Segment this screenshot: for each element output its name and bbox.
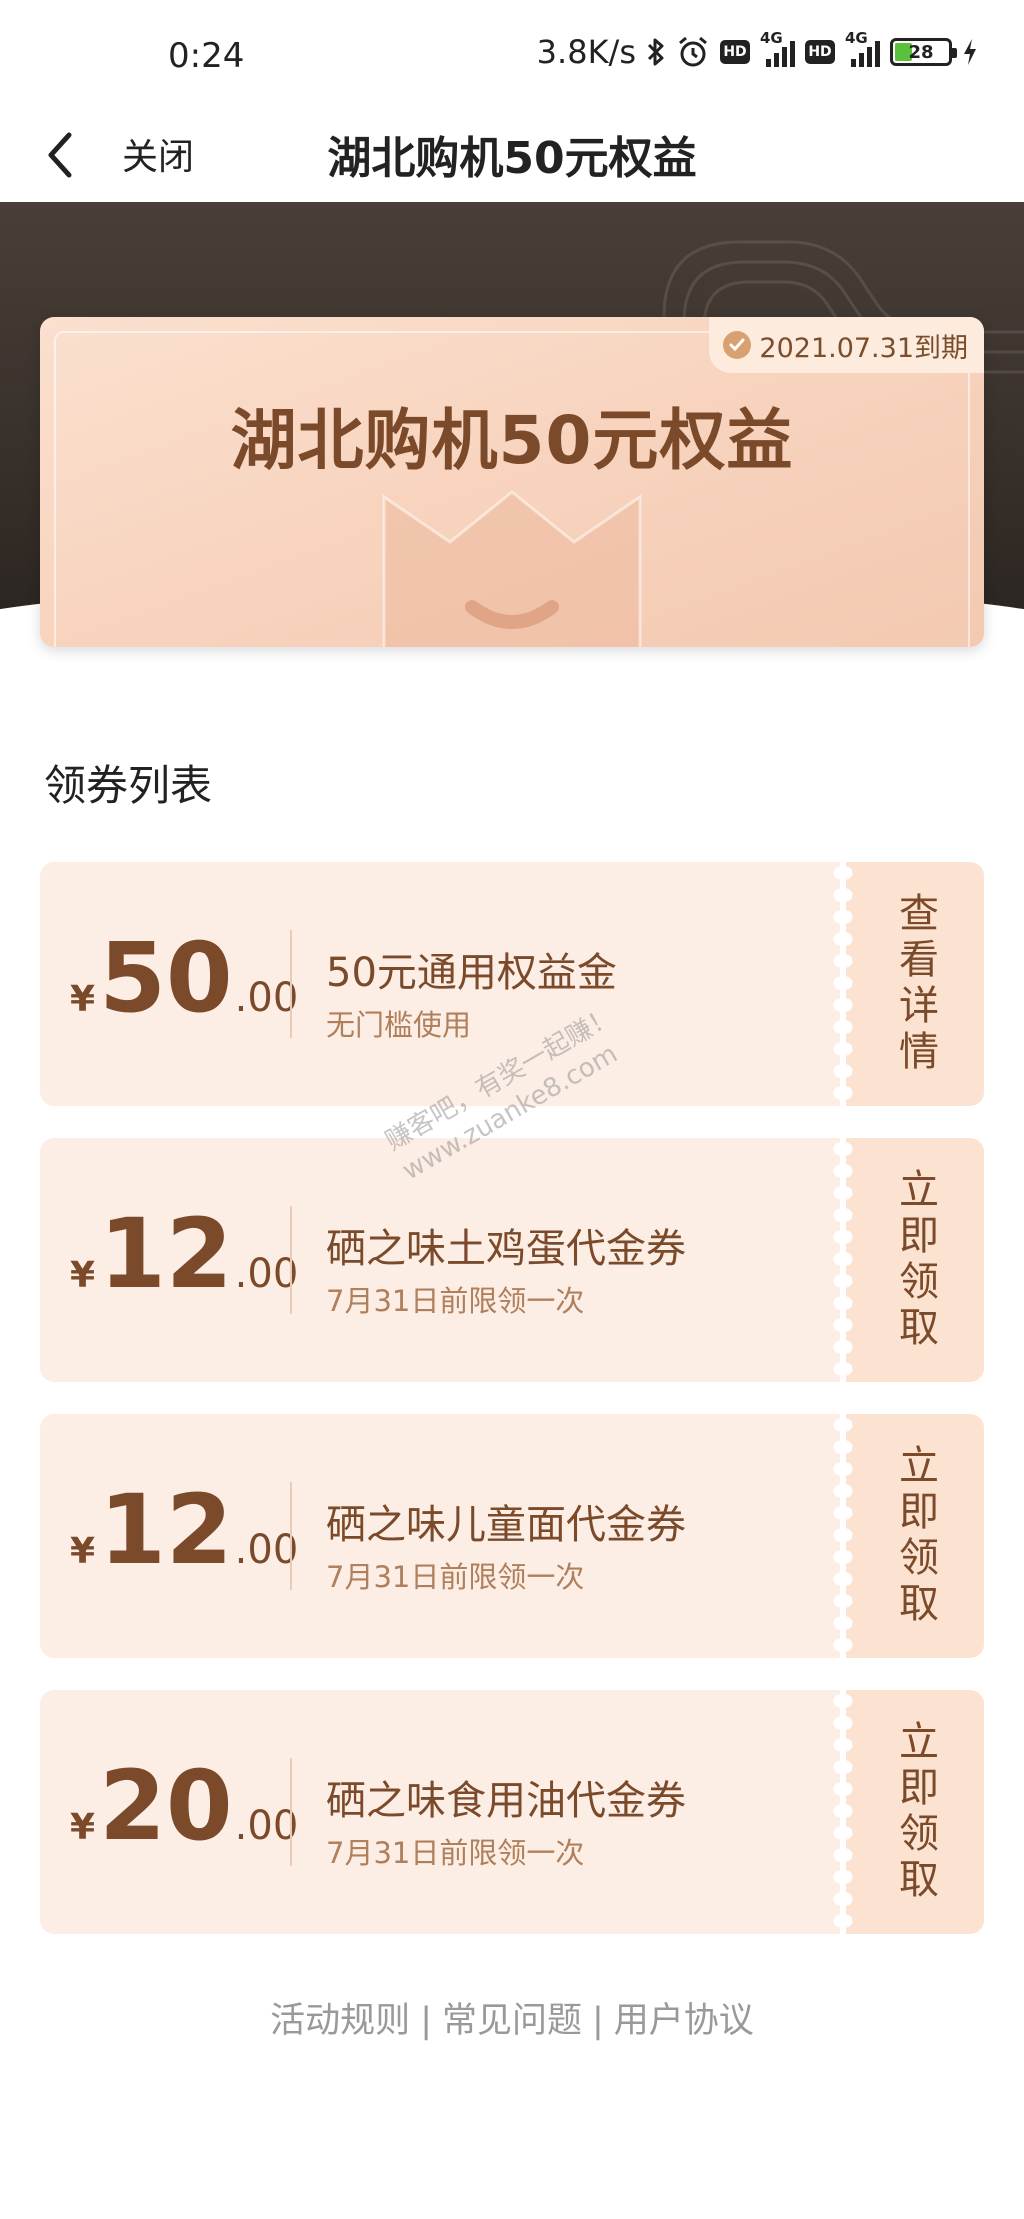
nav-bar: 关闭 湖北购机50元权益 xyxy=(0,110,1024,202)
coupon-price: ¥ 20 .00 xyxy=(70,1758,298,1854)
coupon-name: 硒之味土鸡蛋代金券 xyxy=(326,1226,686,1272)
faq-link[interactable]: 常见问题 xyxy=(442,2001,582,2041)
price-integer: 12 xyxy=(99,1198,233,1310)
coupon-body: ¥ 20 .00 硒之味食用油代金券 7月31日前限领一次 xyxy=(40,1690,840,1934)
coupon-price: ¥ 12 .00 xyxy=(70,1482,298,1578)
separator: | xyxy=(592,2001,604,2041)
coupon-body: ¥ 50 .00 50元通用权益金 无门槛使用 xyxy=(40,862,840,1106)
divider xyxy=(290,1206,292,1314)
net-speed: 3.8K/s xyxy=(536,33,636,71)
price-decimal: .00 xyxy=(234,975,299,1021)
hd-icon: HD xyxy=(805,40,835,64)
price-integer: 50 xyxy=(99,922,233,1034)
price-decimal: .00 xyxy=(234,1803,299,1849)
divider xyxy=(290,1482,292,1590)
status-bar: 0:24 3.8K/s HD 4G HD 4G 28 xyxy=(0,0,1024,110)
page-title: 湖北购机50元权益 xyxy=(327,133,697,184)
view-details-button[interactable]: 查看详情 xyxy=(846,862,984,1106)
coupon-action-label: 查看详情 xyxy=(892,892,938,1076)
claim-button[interactable]: 立即领取 xyxy=(846,1690,984,1934)
currency-symbol: ¥ xyxy=(70,979,96,1020)
coupon-desc: 无门槛使用 xyxy=(326,1008,472,1042)
divider xyxy=(290,1758,292,1866)
coupon-body: ¥ 12 .00 硒之味土鸡蛋代金券 7月31日前限领一次 xyxy=(40,1138,840,1382)
currency-symbol: ¥ xyxy=(70,1531,96,1572)
coupon-name: 50元通用权益金 xyxy=(326,950,617,996)
status-time: 0:24 xyxy=(168,36,245,76)
charging-icon xyxy=(962,38,978,66)
signal-icon: 4G xyxy=(845,29,880,67)
coupon-desc: 7月31日前限领一次 xyxy=(326,1284,585,1318)
claim-button[interactable]: 立即领取 xyxy=(846,1414,984,1658)
benefit-title: 湖北购机50元权益 xyxy=(230,402,794,479)
separator: | xyxy=(420,2001,432,2041)
bluetooth-icon xyxy=(646,36,666,68)
expiry-date: 2021.07.31到期 xyxy=(759,332,968,364)
coupon-body: ¥ 12 .00 硒之味儿童面代金券 7月31日前限领一次 xyxy=(40,1414,840,1658)
hd-icon: HD xyxy=(720,40,750,64)
battery-icon: 28 xyxy=(890,38,957,66)
price-integer: 12 xyxy=(99,1474,233,1586)
expiry-badge: 2021.07.31到期 xyxy=(709,317,984,373)
user-agreement-link[interactable]: 用户协议 xyxy=(614,2001,754,2041)
price-decimal: .00 xyxy=(234,1527,299,1573)
rules-link[interactable]: 活动规则 xyxy=(270,2001,410,2041)
alarm-icon xyxy=(676,35,710,69)
price-integer: 20 xyxy=(99,1750,233,1862)
check-circle-icon xyxy=(723,331,752,359)
coupon-desc: 7月31日前限领一次 xyxy=(326,1836,585,1870)
status-icons: 3.8K/s HD 4G HD 4G 28 xyxy=(536,29,978,74)
coupon-card: ¥ 20 .00 硒之味食用油代金券 7月31日前限领一次 立即领取 xyxy=(40,1690,984,1934)
coupon-card: ¥ 12 .00 硒之味儿童面代金券 7月31日前限领一次 立即领取 xyxy=(40,1414,984,1658)
coupon-action-label: 立即领取 xyxy=(892,1720,938,1904)
benefit-card: 2021.07.31到期 湖北购机50元权益 xyxy=(40,317,984,647)
section-title: 领券列表 xyxy=(44,761,213,810)
crown-icon xyxy=(382,490,642,647)
currency-symbol: ¥ xyxy=(70,1255,96,1296)
divider xyxy=(290,930,292,1038)
coupon-price: ¥ 12 .00 xyxy=(70,1206,298,1302)
coupon-desc: 7月31日前限领一次 xyxy=(326,1560,585,1594)
coupon-name: 硒之味食用油代金券 xyxy=(326,1778,686,1824)
coupon-name: 硒之味儿童面代金券 xyxy=(326,1502,686,1548)
coupon-action-label: 立即领取 xyxy=(892,1168,938,1352)
price-decimal: .00 xyxy=(234,1251,299,1297)
hero-banner: 2021.07.31到期 湖北购机50元权益 xyxy=(0,202,1024,682)
coupon-card: ¥ 12 .00 硒之味土鸡蛋代金券 7月31日前限领一次 立即领取 xyxy=(40,1138,984,1382)
coupon-price: ¥ 50 .00 xyxy=(70,930,298,1026)
currency-symbol: ¥ xyxy=(70,1807,96,1848)
claim-button[interactable]: 立即领取 xyxy=(846,1138,984,1382)
signal-icon: 4G xyxy=(760,29,795,67)
coupon-action-label: 立即领取 xyxy=(892,1444,938,1628)
footer-links: 活动规则 | 常见问题 | 用户协议 xyxy=(0,1992,1024,2043)
